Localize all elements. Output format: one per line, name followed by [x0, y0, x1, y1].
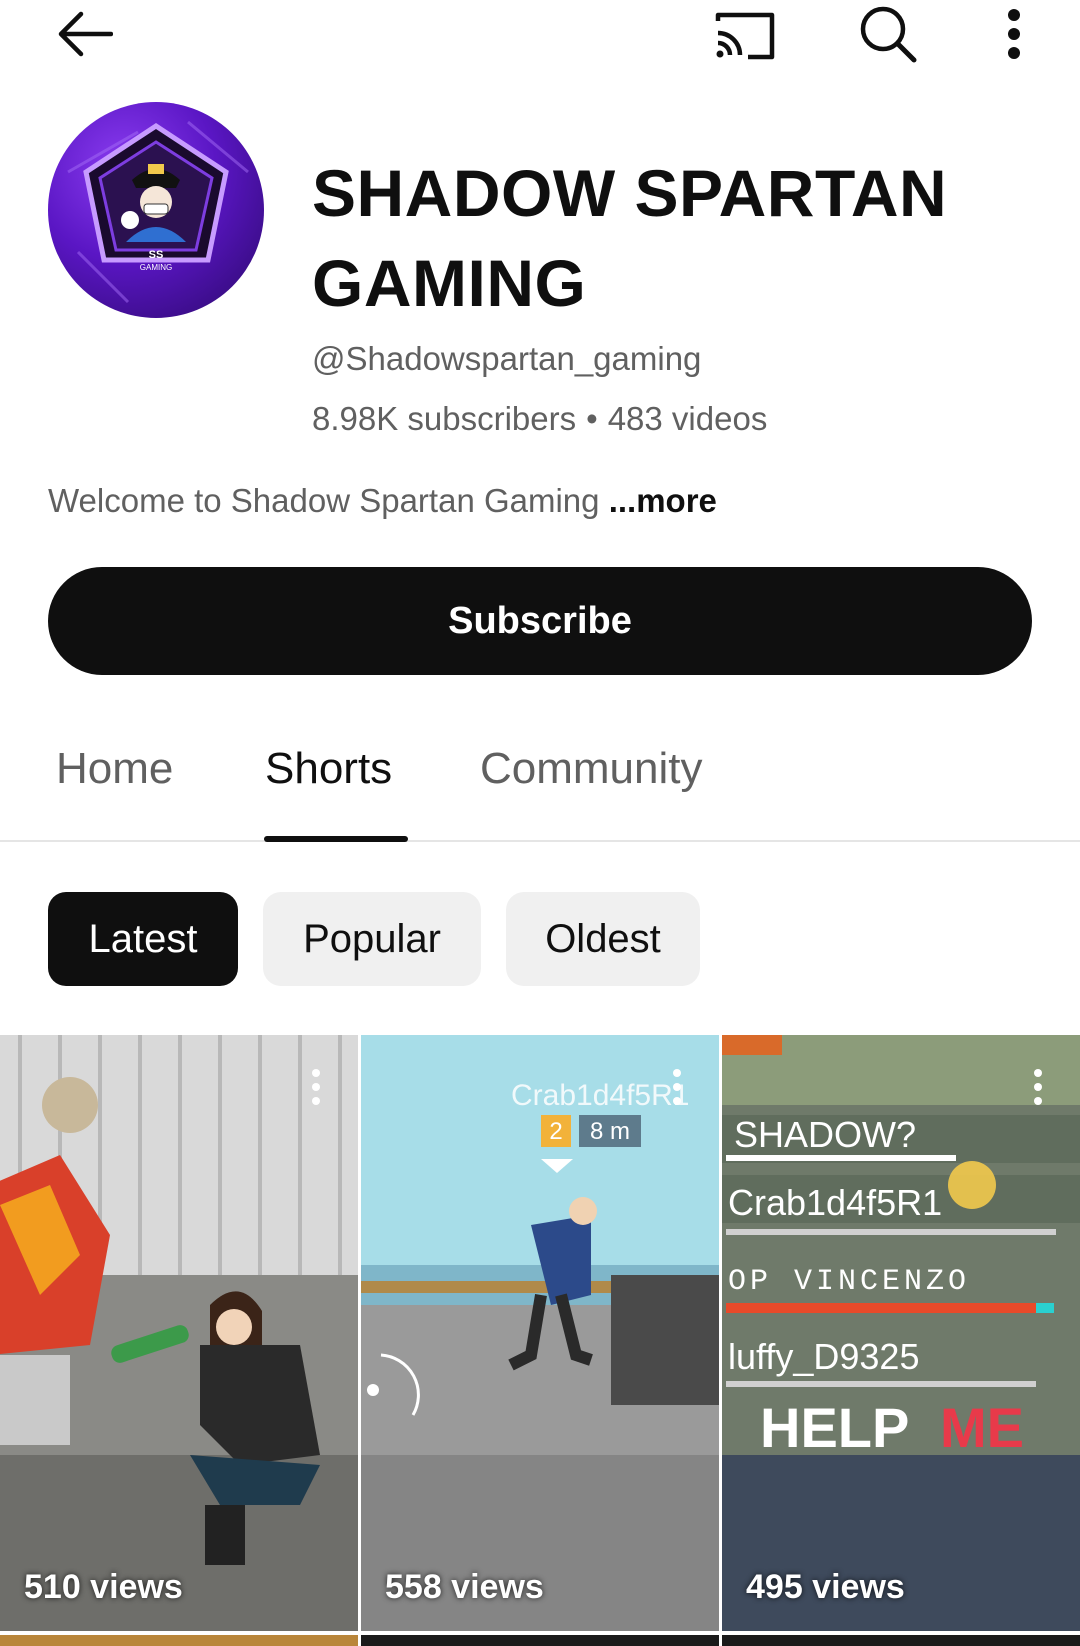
- short-thumbnail: Crab1d4f5R1 2 8 m: [361, 1035, 719, 1631]
- logo-badge-text: SS: [149, 249, 164, 261]
- search-icon: [860, 6, 917, 63]
- subscriber-count: 8.98K subscribers: [312, 400, 577, 437]
- subscribe-button[interactable]: Subscribe: [48, 567, 1032, 675]
- cast-button[interactable]: [708, 2, 780, 66]
- description-text: Welcome to Shadow Spartan Gaming: [48, 482, 609, 519]
- next-row-thumbnail-edge: [361, 1635, 719, 1646]
- short-more-icon[interactable]: [665, 1067, 689, 1107]
- back-button[interactable]: [50, 2, 118, 66]
- overlay-me-text: ME: [940, 1396, 1024, 1459]
- channel-title: SHADOW SPARTAN GAMING: [312, 156, 948, 320]
- next-row-thumbnail-edge: [722, 1635, 1080, 1646]
- search-button[interactable]: [852, 2, 924, 66]
- short-card[interactable]: Crab1d4f5R1 2 8 m 558 views: [361, 1035, 719, 1631]
- chip-oldest[interactable]: Oldest: [506, 892, 700, 986]
- channel-handle: @Shadowspartan_gaming: [312, 340, 702, 377]
- short-more-icon[interactable]: [1026, 1067, 1050, 1107]
- overlay-line-3: OP VINCENZO: [728, 1265, 970, 1299]
- channel-description[interactable]: Welcome to Shadow Spartan Gaming ...more: [48, 482, 717, 520]
- overlay-line-2: Crab1d4f5R1: [728, 1182, 942, 1223]
- short-thumbnail: SHADOW? Crab1d4f5R1 OP VINCENZO luffy_D9…: [722, 1035, 1080, 1631]
- next-row-thumbnail-edge: [0, 1635, 358, 1646]
- channel-logo-icon: SS GAMING: [67, 120, 249, 304]
- short-card[interactable]: SHADOW? Crab1d4f5R1 OP VINCENZO luffy_D9…: [722, 1035, 1080, 1631]
- video-count: 483 videos: [607, 400, 768, 437]
- shorts-grid: 510 views Crab1d4f5R1 2 8 m 558 views SH…: [0, 1035, 1080, 1646]
- logo-sub-text: GAMING: [140, 263, 172, 272]
- chip-popular[interactable]: Popular: [263, 892, 481, 986]
- overlay-line-1: SHADOW?: [734, 1114, 916, 1155]
- short-views: 495 views: [746, 1568, 905, 1606]
- channel-tabs: Home Shorts Community: [0, 718, 1080, 842]
- chip-latest[interactable]: Latest: [48, 892, 238, 986]
- description-more-link[interactable]: ...more: [609, 482, 717, 519]
- overlay-player-name: Crab1d4f5R1: [511, 1079, 689, 1112]
- overlay-distance: 8 m: [590, 1118, 630, 1145]
- arrow-left-icon: [58, 11, 113, 57]
- overlay-help-text: HELP: [760, 1396, 909, 1459]
- short-thumbnail: [0, 1035, 358, 1631]
- overlay-line-4: luffy_D9325: [728, 1336, 919, 1377]
- active-tab-indicator: [264, 836, 408, 842]
- more-options-button[interactable]: [990, 2, 1038, 66]
- short-more-icon[interactable]: [304, 1067, 328, 1107]
- tab-home[interactable]: Home: [56, 744, 173, 794]
- tab-community[interactable]: Community: [480, 744, 703, 794]
- tab-shorts[interactable]: Shorts: [265, 744, 392, 794]
- more-vertical-icon: [1008, 9, 1020, 59]
- cast-icon: [715, 12, 775, 60]
- top-app-bar: [0, 0, 1080, 80]
- short-views: 510 views: [24, 1568, 183, 1606]
- overlay-rank: 2: [549, 1118, 562, 1145]
- short-views: 558 views: [385, 1568, 544, 1606]
- short-card[interactable]: 510 views: [0, 1035, 358, 1631]
- channel-stats: 8.98K subscribers • 483 videos: [312, 400, 767, 438]
- stats-separator: •: [586, 400, 598, 437]
- channel-avatar[interactable]: SS GAMING: [48, 102, 264, 318]
